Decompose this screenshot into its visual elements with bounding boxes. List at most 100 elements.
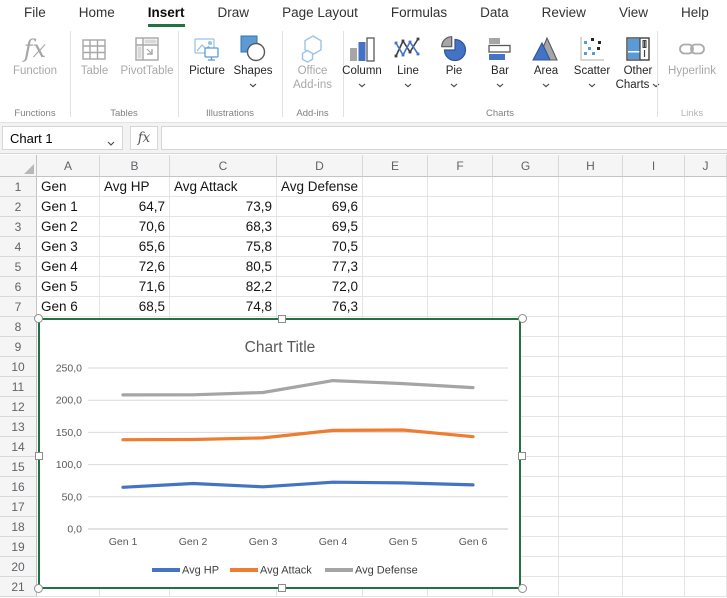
row-header-21[interactable]: 21 — [0, 577, 37, 597]
row-header-5[interactable]: 5 — [0, 257, 37, 277]
picture-button[interactable]: Picture — [185, 32, 229, 80]
cell-C2[interactable]: 73,9 — [170, 197, 277, 217]
cell-C7[interactable]: 74,8 — [170, 297, 277, 317]
chevron-down-icon[interactable] — [542, 82, 550, 88]
column-header-e[interactable]: E — [363, 155, 428, 177]
cell-H12[interactable] — [559, 397, 623, 417]
chart-resize-handle-n[interactable] — [278, 315, 286, 323]
cell-H2[interactable] — [559, 197, 623, 217]
cell-C6[interactable]: 82,2 — [170, 277, 277, 297]
fx-button[interactable]: fx — [130, 126, 158, 150]
cell-H15[interactable] — [559, 457, 623, 477]
cell-A3[interactable]: Gen 2 — [37, 217, 100, 237]
row-header-7[interactable]: 7 — [0, 297, 37, 317]
row-header-13[interactable]: 13 — [0, 417, 37, 437]
tab-draw[interactable]: Draw — [218, 0, 250, 27]
cell-E4[interactable] — [363, 237, 428, 257]
column-header-h[interactable]: H — [559, 155, 623, 177]
cell-J18[interactable] — [685, 517, 727, 537]
cell-B3[interactable]: 70,6 — [100, 217, 170, 237]
cell-H6[interactable] — [559, 277, 623, 297]
column-header-g[interactable]: G — [493, 155, 559, 177]
scatter-button[interactable]: Scatter — [570, 32, 614, 89]
cell-E2[interactable] — [363, 197, 428, 217]
chart-resize-handle-w[interactable] — [35, 452, 43, 460]
cell-B2[interactable]: 64,7 — [100, 197, 170, 217]
cell-C1[interactable]: Avg Attack — [170, 177, 277, 197]
row-header-12[interactable]: 12 — [0, 397, 37, 417]
cell-H11[interactable] — [559, 377, 623, 397]
cell-F3[interactable] — [428, 217, 493, 237]
cell-J11[interactable] — [685, 377, 727, 397]
cell-J6[interactable] — [685, 277, 727, 297]
row-header-19[interactable]: 19 — [0, 537, 37, 557]
tab-home[interactable]: Home — [79, 0, 115, 27]
cell-I1[interactable] — [623, 177, 685, 197]
cell-H16[interactable] — [559, 477, 623, 497]
row-header-17[interactable]: 17 — [0, 497, 37, 517]
cell-I14[interactable] — [623, 437, 685, 457]
row-header-20[interactable]: 20 — [0, 557, 37, 577]
cell-J21[interactable] — [685, 577, 727, 597]
row-header-9[interactable]: 9 — [0, 337, 37, 357]
row-header-2[interactable]: 2 — [0, 197, 37, 217]
cell-I11[interactable] — [623, 377, 685, 397]
cell-I19[interactable] — [623, 537, 685, 557]
cell-J8[interactable] — [685, 317, 727, 337]
cell-H17[interactable] — [559, 497, 623, 517]
cell-H8[interactable] — [559, 317, 623, 337]
name-box-chevron-icon[interactable] — [107, 135, 115, 150]
cell-H14[interactable] — [559, 437, 623, 457]
cell-H9[interactable] — [559, 337, 623, 357]
select-all-button[interactable] — [0, 155, 37, 177]
cell-H1[interactable] — [559, 177, 623, 197]
cell-H7[interactable] — [559, 297, 623, 317]
embedded-chart[interactable]: 0,050,0100,0150,0200,0250,0Gen 1Gen 2Gen… — [38, 318, 521, 589]
row-header-1[interactable]: 1 — [0, 177, 37, 197]
cell-F2[interactable] — [428, 197, 493, 217]
cell-F6[interactable] — [428, 277, 493, 297]
cell-G4[interactable] — [493, 237, 559, 257]
row-header-14[interactable]: 14 — [0, 437, 37, 457]
cell-H18[interactable] — [559, 517, 623, 537]
tab-help[interactable]: Help — [681, 0, 709, 27]
cell-B1[interactable]: Avg HP — [100, 177, 170, 197]
row-header-15[interactable]: 15 — [0, 457, 37, 477]
tab-formulas[interactable]: Formulas — [391, 0, 447, 27]
row-header-18[interactable]: 18 — [0, 517, 37, 537]
column-button[interactable]: Column — [340, 32, 384, 89]
tab-insert[interactable]: Insert — [148, 0, 185, 27]
chevron-down-icon[interactable] — [358, 82, 366, 88]
cell-H20[interactable] — [559, 557, 623, 577]
cell-I15[interactable] — [623, 457, 685, 477]
column-header-b[interactable]: B — [100, 155, 170, 177]
column-header-a[interactable]: A — [37, 155, 100, 177]
tab-review[interactable]: Review — [542, 0, 586, 27]
cell-D5[interactable]: 77,3 — [277, 257, 363, 277]
cell-J1[interactable] — [685, 177, 727, 197]
name-box[interactable]: Chart 1 — [2, 126, 123, 150]
cell-D7[interactable]: 76,3 — [277, 297, 363, 317]
cell-H13[interactable] — [559, 417, 623, 437]
cell-G3[interactable] — [493, 217, 559, 237]
cell-I21[interactable] — [623, 577, 685, 597]
cell-B7[interactable]: 68,5 — [100, 297, 170, 317]
cell-J3[interactable] — [685, 217, 727, 237]
cell-A6[interactable]: Gen 5 — [37, 277, 100, 297]
cell-D3[interactable]: 69,5 — [277, 217, 363, 237]
row-header-4[interactable]: 4 — [0, 237, 37, 257]
cell-A4[interactable]: Gen 3 — [37, 237, 100, 257]
chevron-down-icon[interactable] — [450, 82, 458, 88]
cell-I8[interactable] — [623, 317, 685, 337]
pie-button[interactable]: Pie — [432, 32, 476, 89]
cell-A7[interactable]: Gen 6 — [37, 297, 100, 317]
chart-resize-handle-ne[interactable] — [518, 314, 527, 323]
row-header-10[interactable]: 10 — [0, 357, 37, 377]
chevron-down-icon[interactable] — [496, 82, 504, 88]
line-button[interactable]: Line — [386, 32, 430, 89]
cell-A1[interactable]: Gen — [37, 177, 100, 197]
cell-A5[interactable]: Gen 4 — [37, 257, 100, 277]
tab-data[interactable]: Data — [480, 0, 509, 27]
bar-button[interactable]: Bar — [478, 32, 522, 89]
column-header-i[interactable]: I — [623, 155, 685, 177]
